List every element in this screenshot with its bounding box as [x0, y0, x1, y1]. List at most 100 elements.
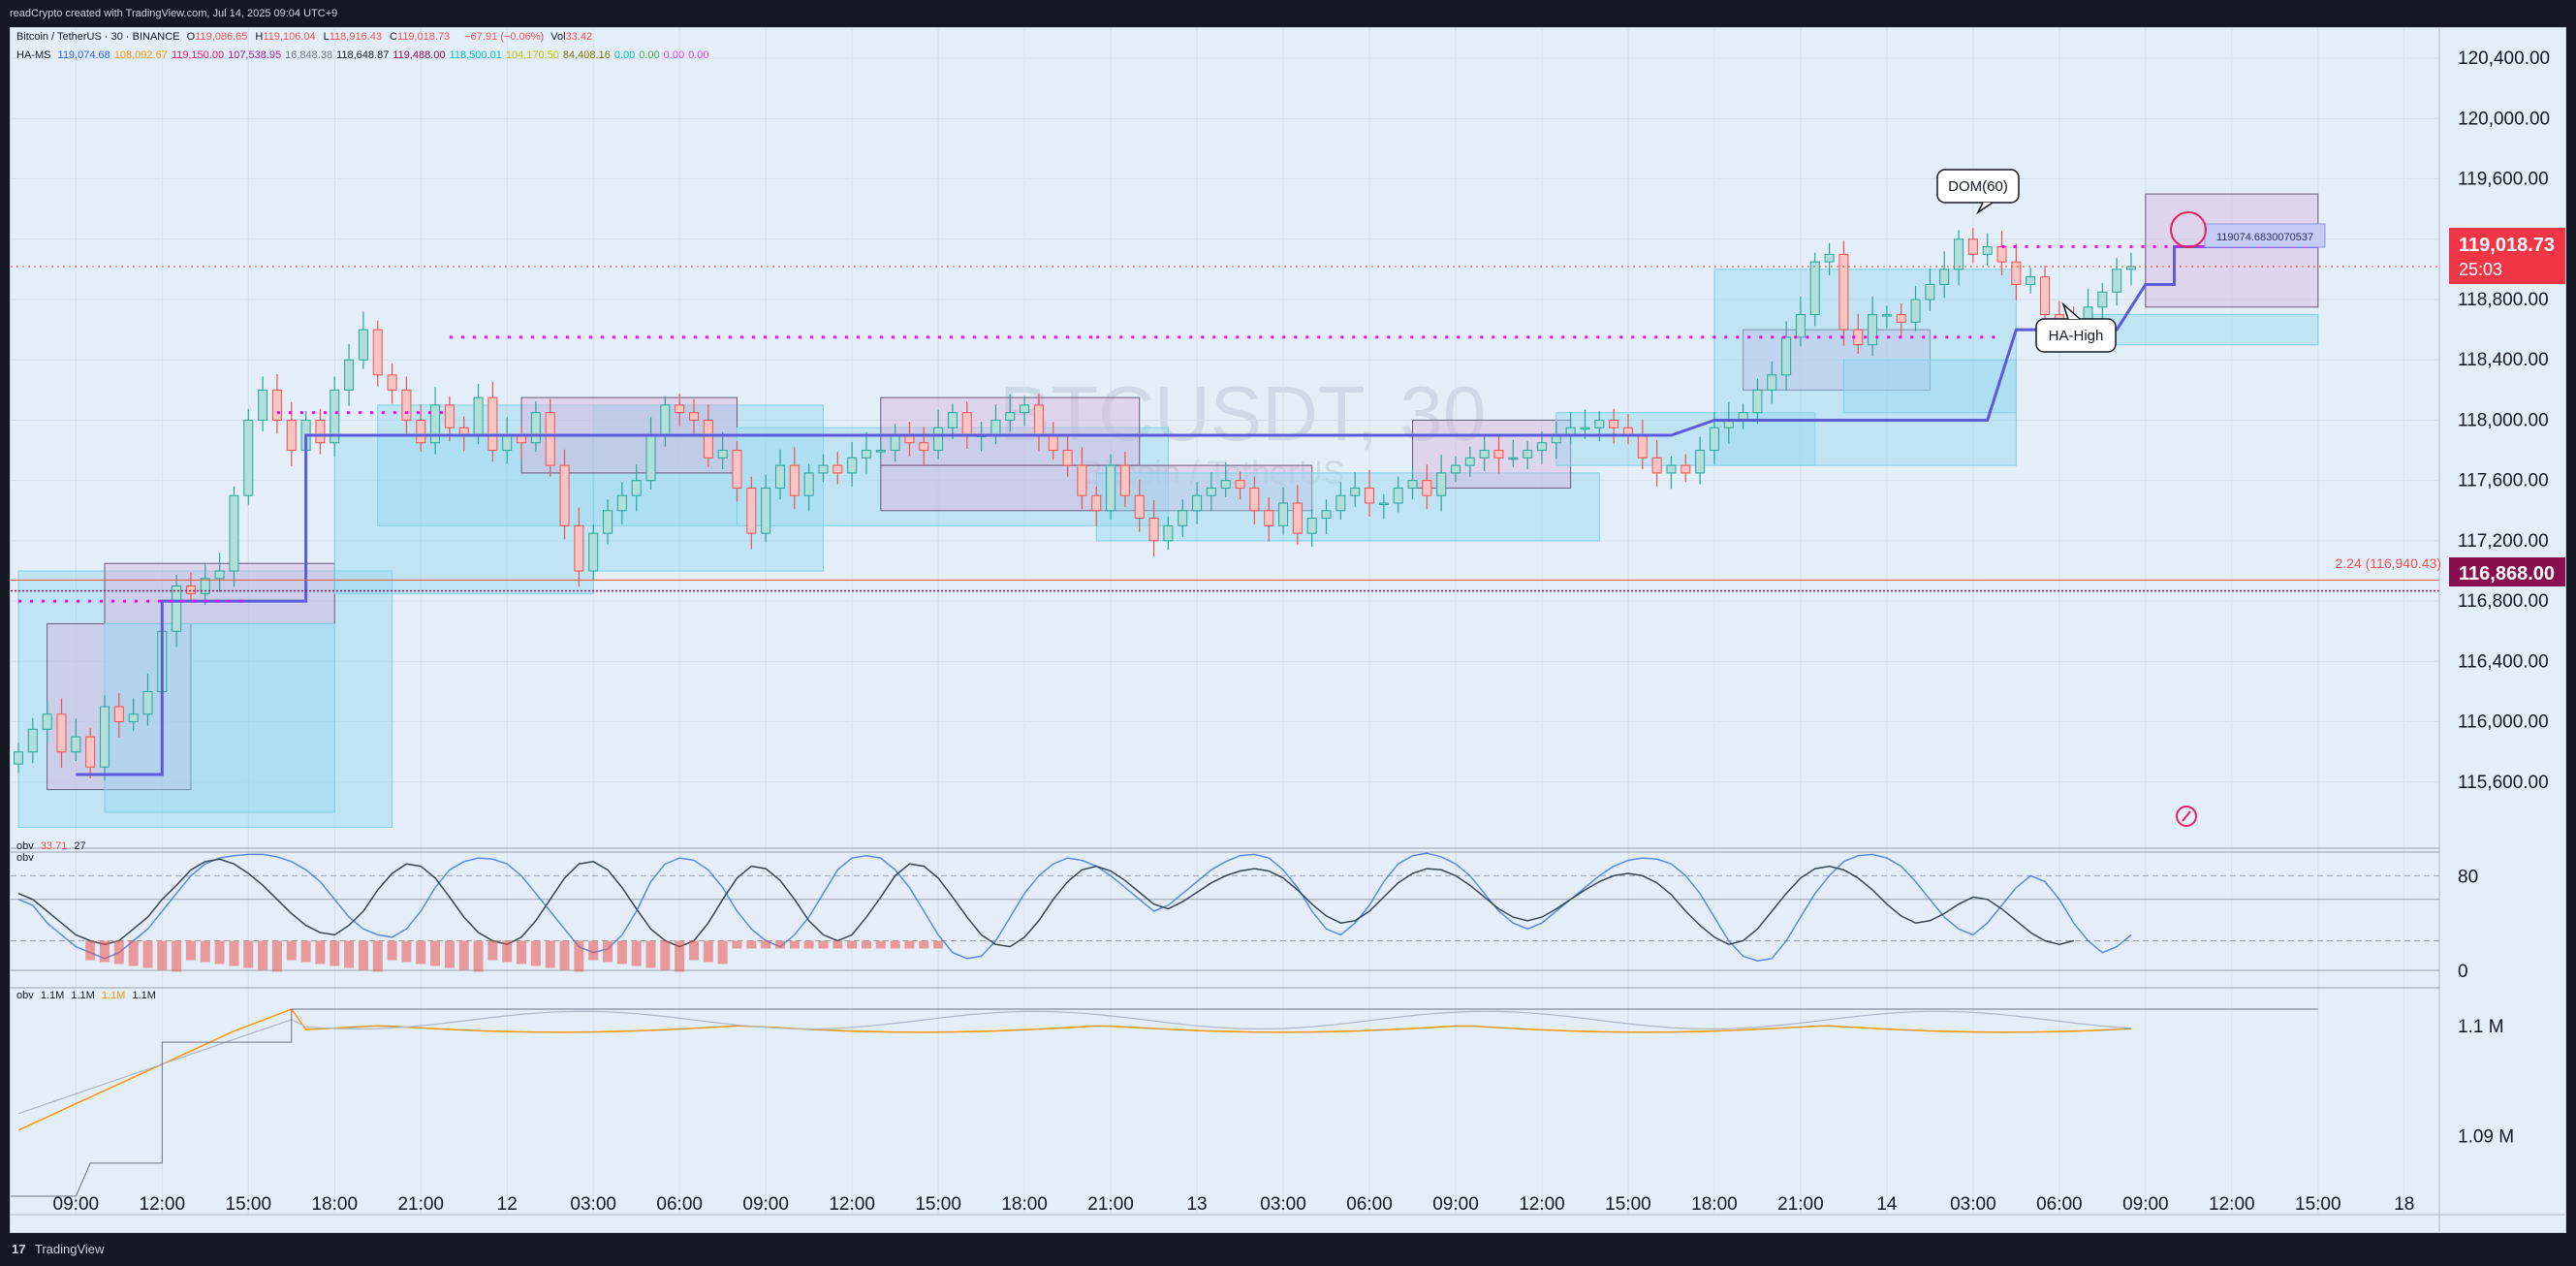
candle-body — [444, 404, 455, 428]
osc-tick-label: 0 — [2458, 962, 2468, 982]
candle-body — [1939, 269, 1950, 285]
ha-high-label: HA-High — [2049, 328, 2104, 344]
candle-body — [1306, 518, 1317, 534]
candle-body — [42, 713, 52, 730]
replay-icon[interactable] — [2176, 806, 2197, 827]
osc-histogram-bar — [761, 940, 771, 949]
osc-histogram-bar — [774, 940, 785, 949]
chart-caption: readCrypto created with TradingView.com,… — [10, 8, 338, 19]
price-tick-label: 118,400.00 — [2458, 350, 2549, 370]
hams-legend[interactable]: HA-MS 119,074.68 108,092.67 119,150.00 107,… — [16, 49, 717, 61]
candle-body — [1436, 472, 1447, 496]
candle-body — [113, 706, 124, 723]
candle-body — [172, 586, 182, 632]
osc-histogram-bar — [401, 940, 412, 963]
time-tick-label: 03:00 — [570, 1194, 616, 1215]
hams-value-9: 84,408.16 — [562, 49, 611, 61]
tradingview-logo-icon: 17 — [12, 1242, 26, 1256]
candle-body — [603, 510, 613, 534]
candle-body — [1163, 524, 1174, 542]
last-price-value: 119,018.73 — [2459, 235, 2555, 256]
osc-histogram-bar — [372, 940, 383, 972]
obv-oscillator-legend[interactable]: obv 33.71 27 obv — [16, 840, 90, 864]
price-tick-label: 120,400.00 — [2458, 48, 2550, 69]
candle-body — [1967, 238, 1978, 255]
price-tick-label: 119,600.00 — [2458, 170, 2549, 190]
candle-body — [1292, 502, 1303, 534]
price-tick-label: 115,600.00 — [2458, 773, 2549, 793]
candle-body — [890, 434, 900, 452]
chart-canvas[interactable]: BTCUSDT, 30 Bitcoin / TetherUS 115,600.0… — [11, 28, 2565, 1232]
chart-frame[interactable]: BTCUSDT, 30 Bitcoin / TetherUS 115,600.0… — [10, 27, 2566, 1233]
candle-body — [1609, 419, 1619, 428]
candle-body — [387, 374, 397, 391]
time-tick-label: 03:00 — [1260, 1194, 1306, 1215]
candle-body — [502, 434, 513, 452]
candle-body — [1091, 494, 1102, 512]
candle-body — [1178, 510, 1188, 526]
price-tick-label: 118,000.00 — [2458, 410, 2549, 430]
dom-value-label: 119074.6830070537 — [2216, 232, 2313, 243]
zone-box — [1412, 419, 1572, 489]
candle-body — [1996, 246, 2007, 263]
hams-value-6: 119,488.00 — [393, 49, 446, 61]
hams-value-8: 104,170.50 — [505, 49, 559, 61]
obv-vol-v4: 1.1M — [132, 990, 156, 1001]
time-tick-label: 06:00 — [1346, 1194, 1393, 1215]
candle-body — [229, 494, 239, 572]
osc-histogram-bar — [502, 940, 513, 963]
legend-ohlc: O119,086.65 H119,106.04 L118,916.43 C119,01… — [187, 31, 458, 43]
time-tick-label: 15:00 — [2295, 1194, 2341, 1215]
obv-signal-line — [17, 1008, 2132, 1131]
time-tick-label: 09:00 — [742, 1194, 789, 1215]
hams-values: 119,074.68 108,092.67 119,150.00 107,538.95… — [58, 49, 713, 61]
candle-body — [1651, 457, 1662, 474]
hams-value-11: 0.00 — [639, 49, 660, 61]
time-tick-label: 14 — [1876, 1194, 1898, 1215]
main-legend[interactable]: Bitcoin / TetherUS · 30 · BINANCE O119,0… — [16, 31, 596, 43]
candle-body — [1493, 450, 1504, 459]
level-price-label: 116,868.00 — [2449, 557, 2565, 586]
candle-body — [689, 412, 700, 421]
level-price-value: 116,868.00 — [2459, 563, 2555, 585]
candle-body — [818, 464, 829, 474]
candle-body — [1005, 412, 1016, 421]
obv-vol-v3: 1.1M — [101, 990, 126, 1001]
candle-body — [1264, 510, 1274, 526]
osc-histogram-bar — [904, 940, 915, 949]
candle-body — [27, 728, 38, 753]
legend-ohlc-c: C119,018.73 — [389, 31, 451, 43]
candle-body — [1148, 518, 1159, 542]
osc-histogram-bar — [113, 940, 124, 965]
candle-body — [1033, 404, 1044, 436]
candle-body — [1020, 404, 1030, 414]
candle-body — [1365, 487, 1375, 504]
legend-vol-label: Vol — [550, 31, 566, 43]
legend-ohlc-l: L118,916.43 — [323, 31, 382, 43]
osc-histogram-bar — [430, 940, 441, 966]
candle-body — [1508, 457, 1519, 460]
candle-body — [430, 404, 441, 444]
time-tick-label: 18 — [2394, 1194, 2414, 1215]
candle-body — [56, 713, 67, 753]
osc-histogram-bar — [645, 940, 656, 968]
candle-body — [1896, 314, 1906, 323]
osc-histogram-bar — [603, 940, 613, 963]
osc-histogram-bar — [99, 940, 110, 963]
candle-body — [1809, 261, 1820, 316]
osc-histogram-bar — [746, 940, 757, 949]
time-tick-label: 12:00 — [140, 1194, 186, 1215]
obv-vol-name: obv — [16, 990, 34, 1001]
time-tick-label: 21:00 — [1087, 1194, 1134, 1215]
osc-histogram-bar — [473, 940, 484, 972]
candle-body — [1954, 238, 1964, 270]
osc-histogram-bar — [530, 940, 541, 966]
time-tick-label: 12:00 — [2209, 1194, 2255, 1215]
time-tick-label: 09:00 — [53, 1194, 100, 1215]
time-axis[interactable]: 09:00 12:00 15:00 18:00 21:00 12 03:00 06:00 09:… — [11, 1194, 2565, 1216]
obv-volume-legend[interactable]: obv 1.1M 1.1M 1.1M 1.1M — [16, 990, 160, 1001]
footer-brand: TradingView — [34, 1242, 105, 1256]
legend-vol-value: 33.42 — [565, 31, 593, 43]
fib-level-label: 2.24 (116,940.43) — [2336, 555, 2442, 571]
time-tick-label: 12:00 — [829, 1194, 875, 1215]
